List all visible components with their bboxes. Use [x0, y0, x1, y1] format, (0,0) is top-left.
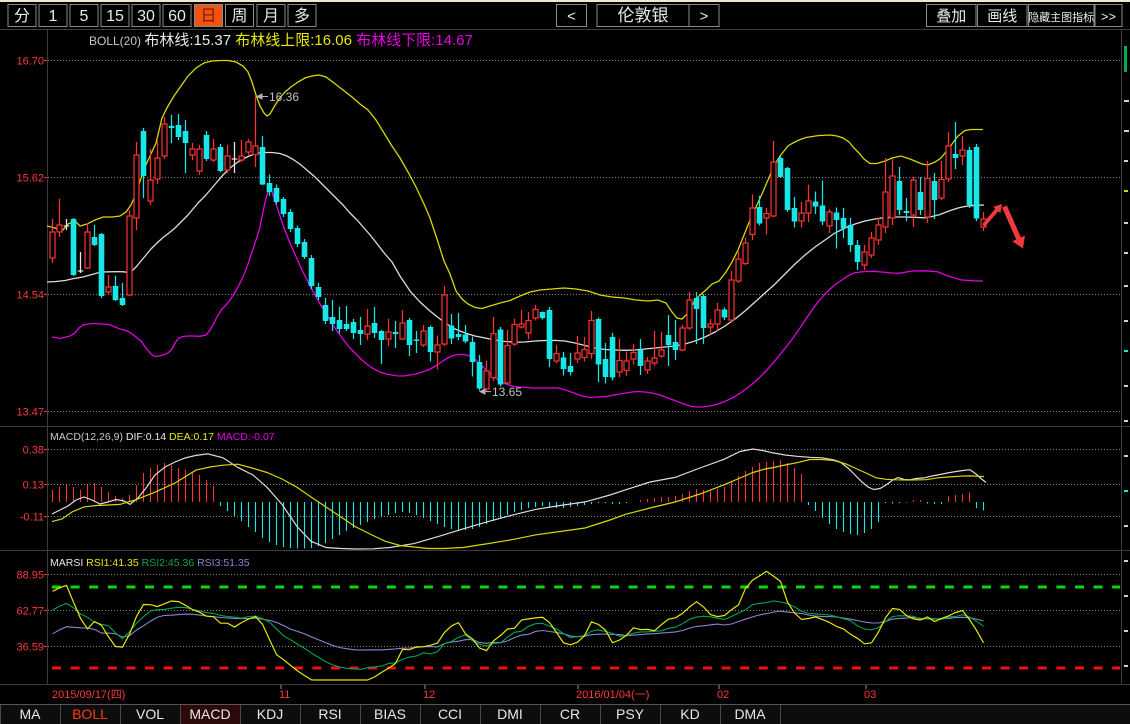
- svg-text:<: <: [567, 8, 576, 25]
- svg-text:-0.11: -0.11: [20, 512, 44, 524]
- svg-text:BIAS: BIAS: [374, 706, 406, 722]
- svg-text:60: 60: [168, 8, 186, 25]
- svg-text:多: 多: [294, 7, 310, 25]
- svg-text:13.47: 13.47: [16, 407, 44, 419]
- svg-text:日: 日: [200, 8, 216, 25]
- svg-text:叠加: 叠加: [936, 8, 966, 25]
- svg-text:KD: KD: [680, 706, 699, 722]
- svg-text:36.59: 36.59: [16, 642, 44, 654]
- svg-text:CR: CR: [560, 706, 580, 722]
- svg-text:5: 5: [80, 8, 89, 25]
- svg-text:KDJ: KDJ: [257, 706, 283, 722]
- svg-text:MACD: MACD: [189, 706, 230, 722]
- svg-text:伦敦银: 伦敦银: [618, 6, 669, 25]
- svg-text:>>: >>: [1101, 9, 1116, 24]
- svg-text:RSI: RSI: [318, 706, 341, 722]
- svg-text:12: 12: [423, 689, 435, 701]
- svg-text:DMA: DMA: [734, 706, 766, 722]
- svg-text:11: 11: [279, 689, 290, 701]
- svg-text:16.36: 16.36: [269, 90, 299, 104]
- svg-text:2016/01/04(一): 2016/01/04(一): [576, 689, 649, 701]
- svg-text:03: 03: [864, 689, 876, 701]
- svg-text:MARSI RSI1:41.35 RSI2:45.36 RS: MARSI RSI1:41.35 RSI2:45.36 RSI3:51.35: [50, 557, 250, 569]
- svg-text:分: 分: [14, 7, 30, 25]
- svg-text:MA: MA: [20, 706, 42, 722]
- svg-text:1: 1: [49, 8, 58, 25]
- svg-text:PSY: PSY: [616, 706, 645, 722]
- svg-text:88.95: 88.95: [16, 570, 44, 582]
- svg-text:BOLL: BOLL: [72, 706, 108, 722]
- svg-text:BOLL(20) 布林线:15.37 布林线上限:16.06: BOLL(20) 布林线:15.37 布林线上限:16.06 布林线下限:14.…: [89, 32, 473, 49]
- svg-text:0.13: 0.13: [23, 480, 44, 492]
- svg-text:15: 15: [106, 8, 124, 25]
- svg-text:2015/09/17(四): 2015/09/17(四): [52, 689, 125, 701]
- svg-text:画线: 画线: [987, 8, 1017, 25]
- svg-text:62.77: 62.77: [16, 606, 44, 618]
- svg-text:02: 02: [717, 689, 729, 701]
- svg-text:30: 30: [137, 8, 155, 25]
- svg-text:CCI: CCI: [438, 706, 462, 722]
- svg-text:15.62: 15.62: [16, 173, 44, 185]
- svg-text:0.38: 0.38: [23, 445, 44, 457]
- svg-text:DMI: DMI: [497, 706, 523, 722]
- svg-text:月: 月: [263, 8, 279, 25]
- svg-text:13.65: 13.65: [492, 385, 522, 399]
- svg-text:隐藏主图指标: 隐藏主图指标: [1028, 10, 1094, 24]
- svg-text:16.70: 16.70: [16, 56, 44, 68]
- svg-text:>: >: [700, 8, 709, 25]
- svg-text:14.54: 14.54: [16, 290, 44, 302]
- svg-text:MACD(12,26,9) DIF:0.14 DEA:0.1: MACD(12,26,9) DIF:0.14 DEA:0.17 MACD:-0.…: [50, 431, 275, 443]
- svg-text:VOL: VOL: [136, 706, 164, 722]
- svg-text:周: 周: [231, 8, 247, 25]
